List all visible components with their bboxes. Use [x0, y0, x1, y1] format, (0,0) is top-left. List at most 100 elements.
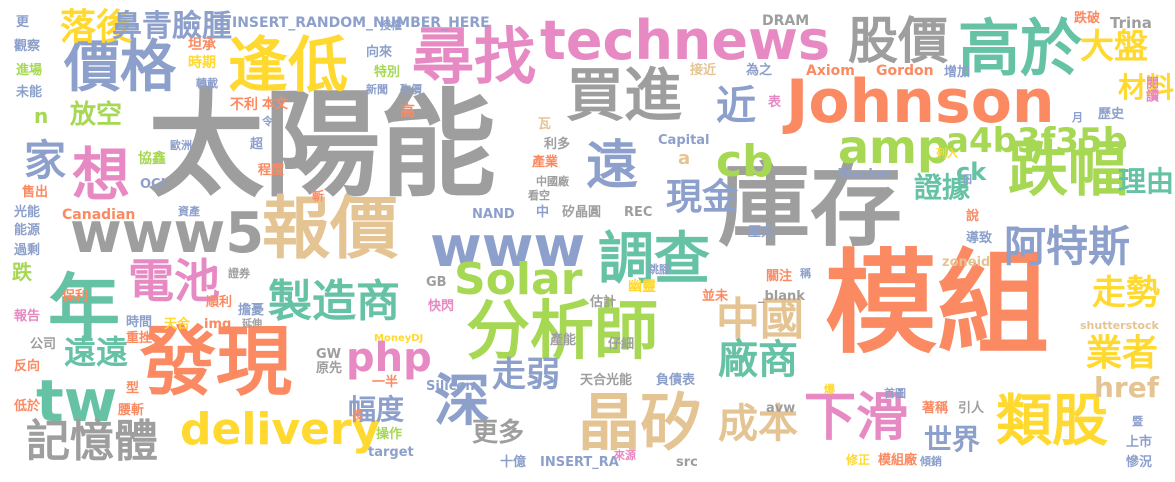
cloud-word: 延伸 — [242, 319, 262, 330]
cloud-word: 日 — [962, 173, 973, 186]
cloud-word: 幽靈 — [628, 279, 656, 295]
cloud-word: 傾銷 — [920, 455, 942, 468]
cloud-word: 中國廠 — [536, 175, 569, 188]
cloud-word: NAND — [472, 207, 515, 222]
cloud-word: amp — [838, 120, 950, 174]
cloud-word: 長 — [352, 409, 363, 422]
cloud-word: 大盤 — [1080, 27, 1148, 67]
cloud-word: 壓力 — [748, 225, 775, 240]
cloud-word: 尋找 — [412, 20, 537, 93]
cloud-word: 修正 — [846, 453, 871, 467]
cloud-word: 中 — [536, 205, 550, 220]
cloud-word: 時期 — [188, 55, 216, 71]
cloud-word: 利多 — [544, 137, 571, 152]
cloud-word: 歐洲 — [170, 139, 192, 152]
cloud-word: Trina — [1110, 14, 1152, 32]
cloud-word: 列入 — [936, 147, 958, 160]
cloud-word: 一半 — [372, 375, 399, 390]
cloud-word: 更 — [16, 15, 30, 30]
cloud-word: a4b3f35b — [946, 121, 1128, 161]
cloud-word: 跳腳 — [648, 263, 670, 276]
cloud-word: 本文 — [262, 97, 289, 112]
cloud-word: 授權 — [380, 19, 402, 32]
cloud-word: 證券 — [228, 267, 250, 280]
cloud-word: 記憶體 — [26, 416, 158, 467]
cloud-word: 來源 — [614, 449, 636, 462]
cloud-word: Silicon — [426, 379, 475, 394]
cloud-word: 瓦 — [538, 117, 552, 132]
cloud-word: n — [34, 104, 49, 128]
cloud-word: 操作 — [376, 427, 403, 442]
cloud-word: Canadian — [62, 207, 136, 223]
cloud-word: 矽晶圓 — [562, 205, 602, 220]
cloud-word: GW — [316, 347, 342, 362]
cloud-word: 想 — [72, 141, 131, 209]
cloud-word: 砍價 — [400, 83, 422, 96]
cloud-word: shutterstock — [1080, 319, 1159, 332]
cloud-word: 中國 — [716, 294, 804, 345]
cloud-word: 超 — [250, 137, 264, 152]
cloud-word: 不利 — [230, 97, 258, 113]
cloud-word: avw — [766, 401, 796, 416]
cloud-word: 原先 — [316, 361, 343, 376]
cloud-word: 快閃 — [428, 299, 455, 314]
cloud-word: 腰斬 — [118, 403, 145, 418]
cloud-word: 產能 — [550, 333, 577, 348]
cloud-word: 導致 — [966, 231, 993, 246]
cloud-word: DRAM — [762, 13, 810, 29]
cloud-word: 閱讀 — [1143, 76, 1158, 102]
cloud-word: 引人 — [958, 401, 985, 416]
cloud-word: 暨 — [1132, 415, 1143, 428]
cloud-word: 表 — [768, 95, 782, 110]
cloud-word: src — [676, 455, 698, 470]
cloud-word: Wacker — [838, 167, 892, 182]
cloud-word: 關注 — [766, 269, 793, 284]
cloud-word: 走勢 — [1092, 273, 1160, 313]
cloud-word: 新聞 — [366, 83, 388, 96]
cloud-word: 放空 — [70, 100, 123, 130]
cloud-word: 理由 — [1118, 165, 1175, 198]
cloud-word: img — [204, 317, 232, 332]
cloud-word: 模組廠 — [878, 453, 918, 468]
cloud-word: 售出 — [22, 185, 49, 200]
cloud-word: zoneid — [942, 255, 991, 270]
cloud-word: 廠商 — [718, 337, 798, 383]
cloud-word: 保利 — [62, 289, 89, 304]
cloud-word: 慘況 — [1126, 455, 1153, 470]
cloud-word: 估計 — [590, 295, 617, 310]
cloud-word: 低於 — [14, 399, 41, 414]
cloud-word: 阿特斯 — [1004, 222, 1131, 271]
cloud-word: 天合 — [164, 317, 191, 332]
cloud-word: 高於 — [958, 12, 1083, 85]
cloud-word: 公司 — [30, 337, 57, 352]
cloud-word: 遠遠 — [64, 333, 129, 371]
cloud-word: 走弱 — [492, 355, 560, 395]
cloud-word: 說 — [966, 209, 980, 224]
cloud-word: 家 — [24, 136, 67, 185]
cloud-word: 觀察 — [14, 39, 41, 54]
cloud-word: a — [678, 148, 691, 169]
cloud-word: INSERT_RANDOM_NUMBER_HERE — [232, 15, 490, 31]
cloud-word: 高 — [400, 102, 416, 120]
cloud-word: 歷史 — [1098, 107, 1125, 122]
cloud-word: 買進 — [566, 61, 683, 129]
cloud-word: Axiom — [806, 63, 855, 79]
cloud-word: INSERT_RA — [540, 455, 619, 470]
cloud-word: 接近 — [690, 63, 717, 78]
cloud-word: 並未 — [702, 289, 729, 304]
cloud-word: 順利 — [206, 295, 233, 310]
cloud-word: target — [368, 445, 414, 460]
cloud-word: 轉載 — [196, 77, 218, 90]
cloud-word: 光能 — [14, 205, 41, 220]
cloud-word: 價格 — [64, 35, 176, 100]
cloud-word: REC — [624, 205, 653, 220]
cloud-word: 跌 — [12, 260, 32, 284]
cloud-word: MoneyDJ — [374, 333, 424, 344]
cloud-word: 重挫 — [126, 331, 153, 346]
cloud-word: 未能 — [16, 85, 43, 100]
cloud-word: 時間 — [126, 315, 153, 330]
cloud-word: 天合光能 — [580, 373, 633, 388]
cloud-word: 增加 — [944, 65, 971, 80]
cloud-word: 程度 — [258, 163, 285, 178]
cloud-word: 跌破 — [1074, 11, 1101, 26]
